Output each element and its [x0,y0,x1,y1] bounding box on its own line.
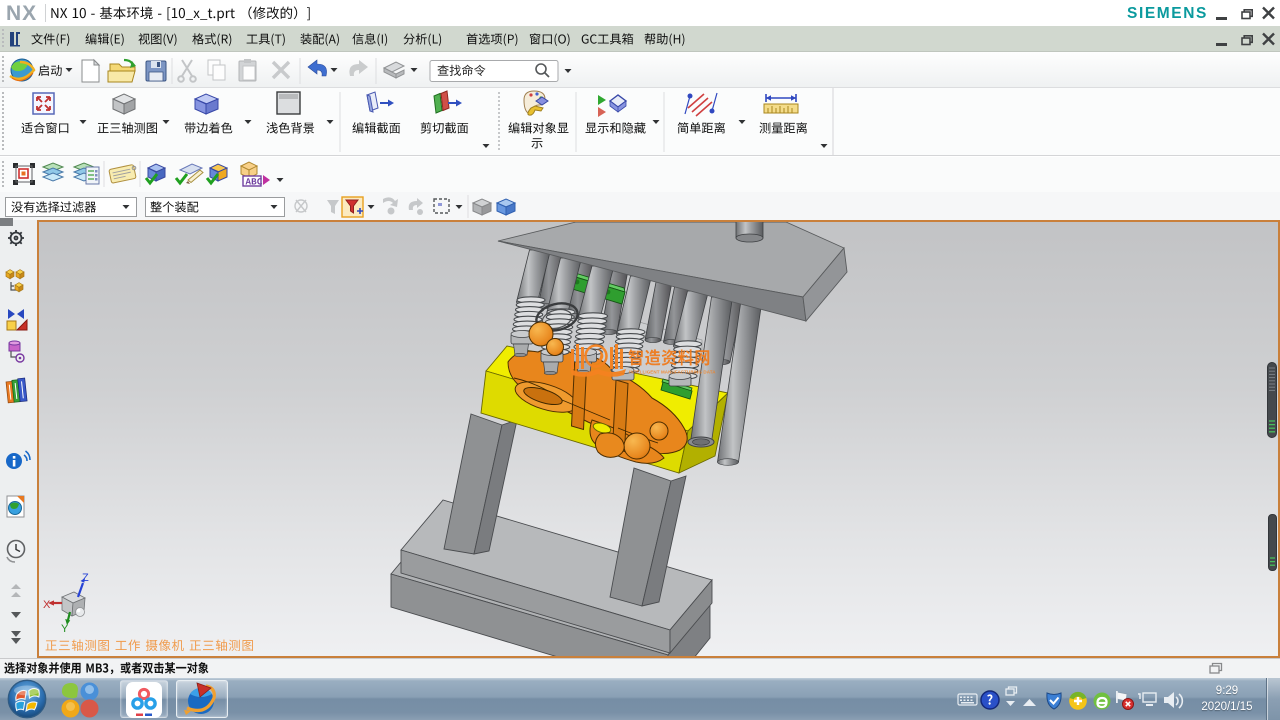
svg-text:Y: Y [61,623,69,635]
svg-text:INTELLIGENT MANUFACTURING DATA: INTELLIGENT MANUFACTURING DATA [629,370,716,375]
svg-text:Z: Z [82,572,89,584]
svg-text:X: X [43,599,51,611]
